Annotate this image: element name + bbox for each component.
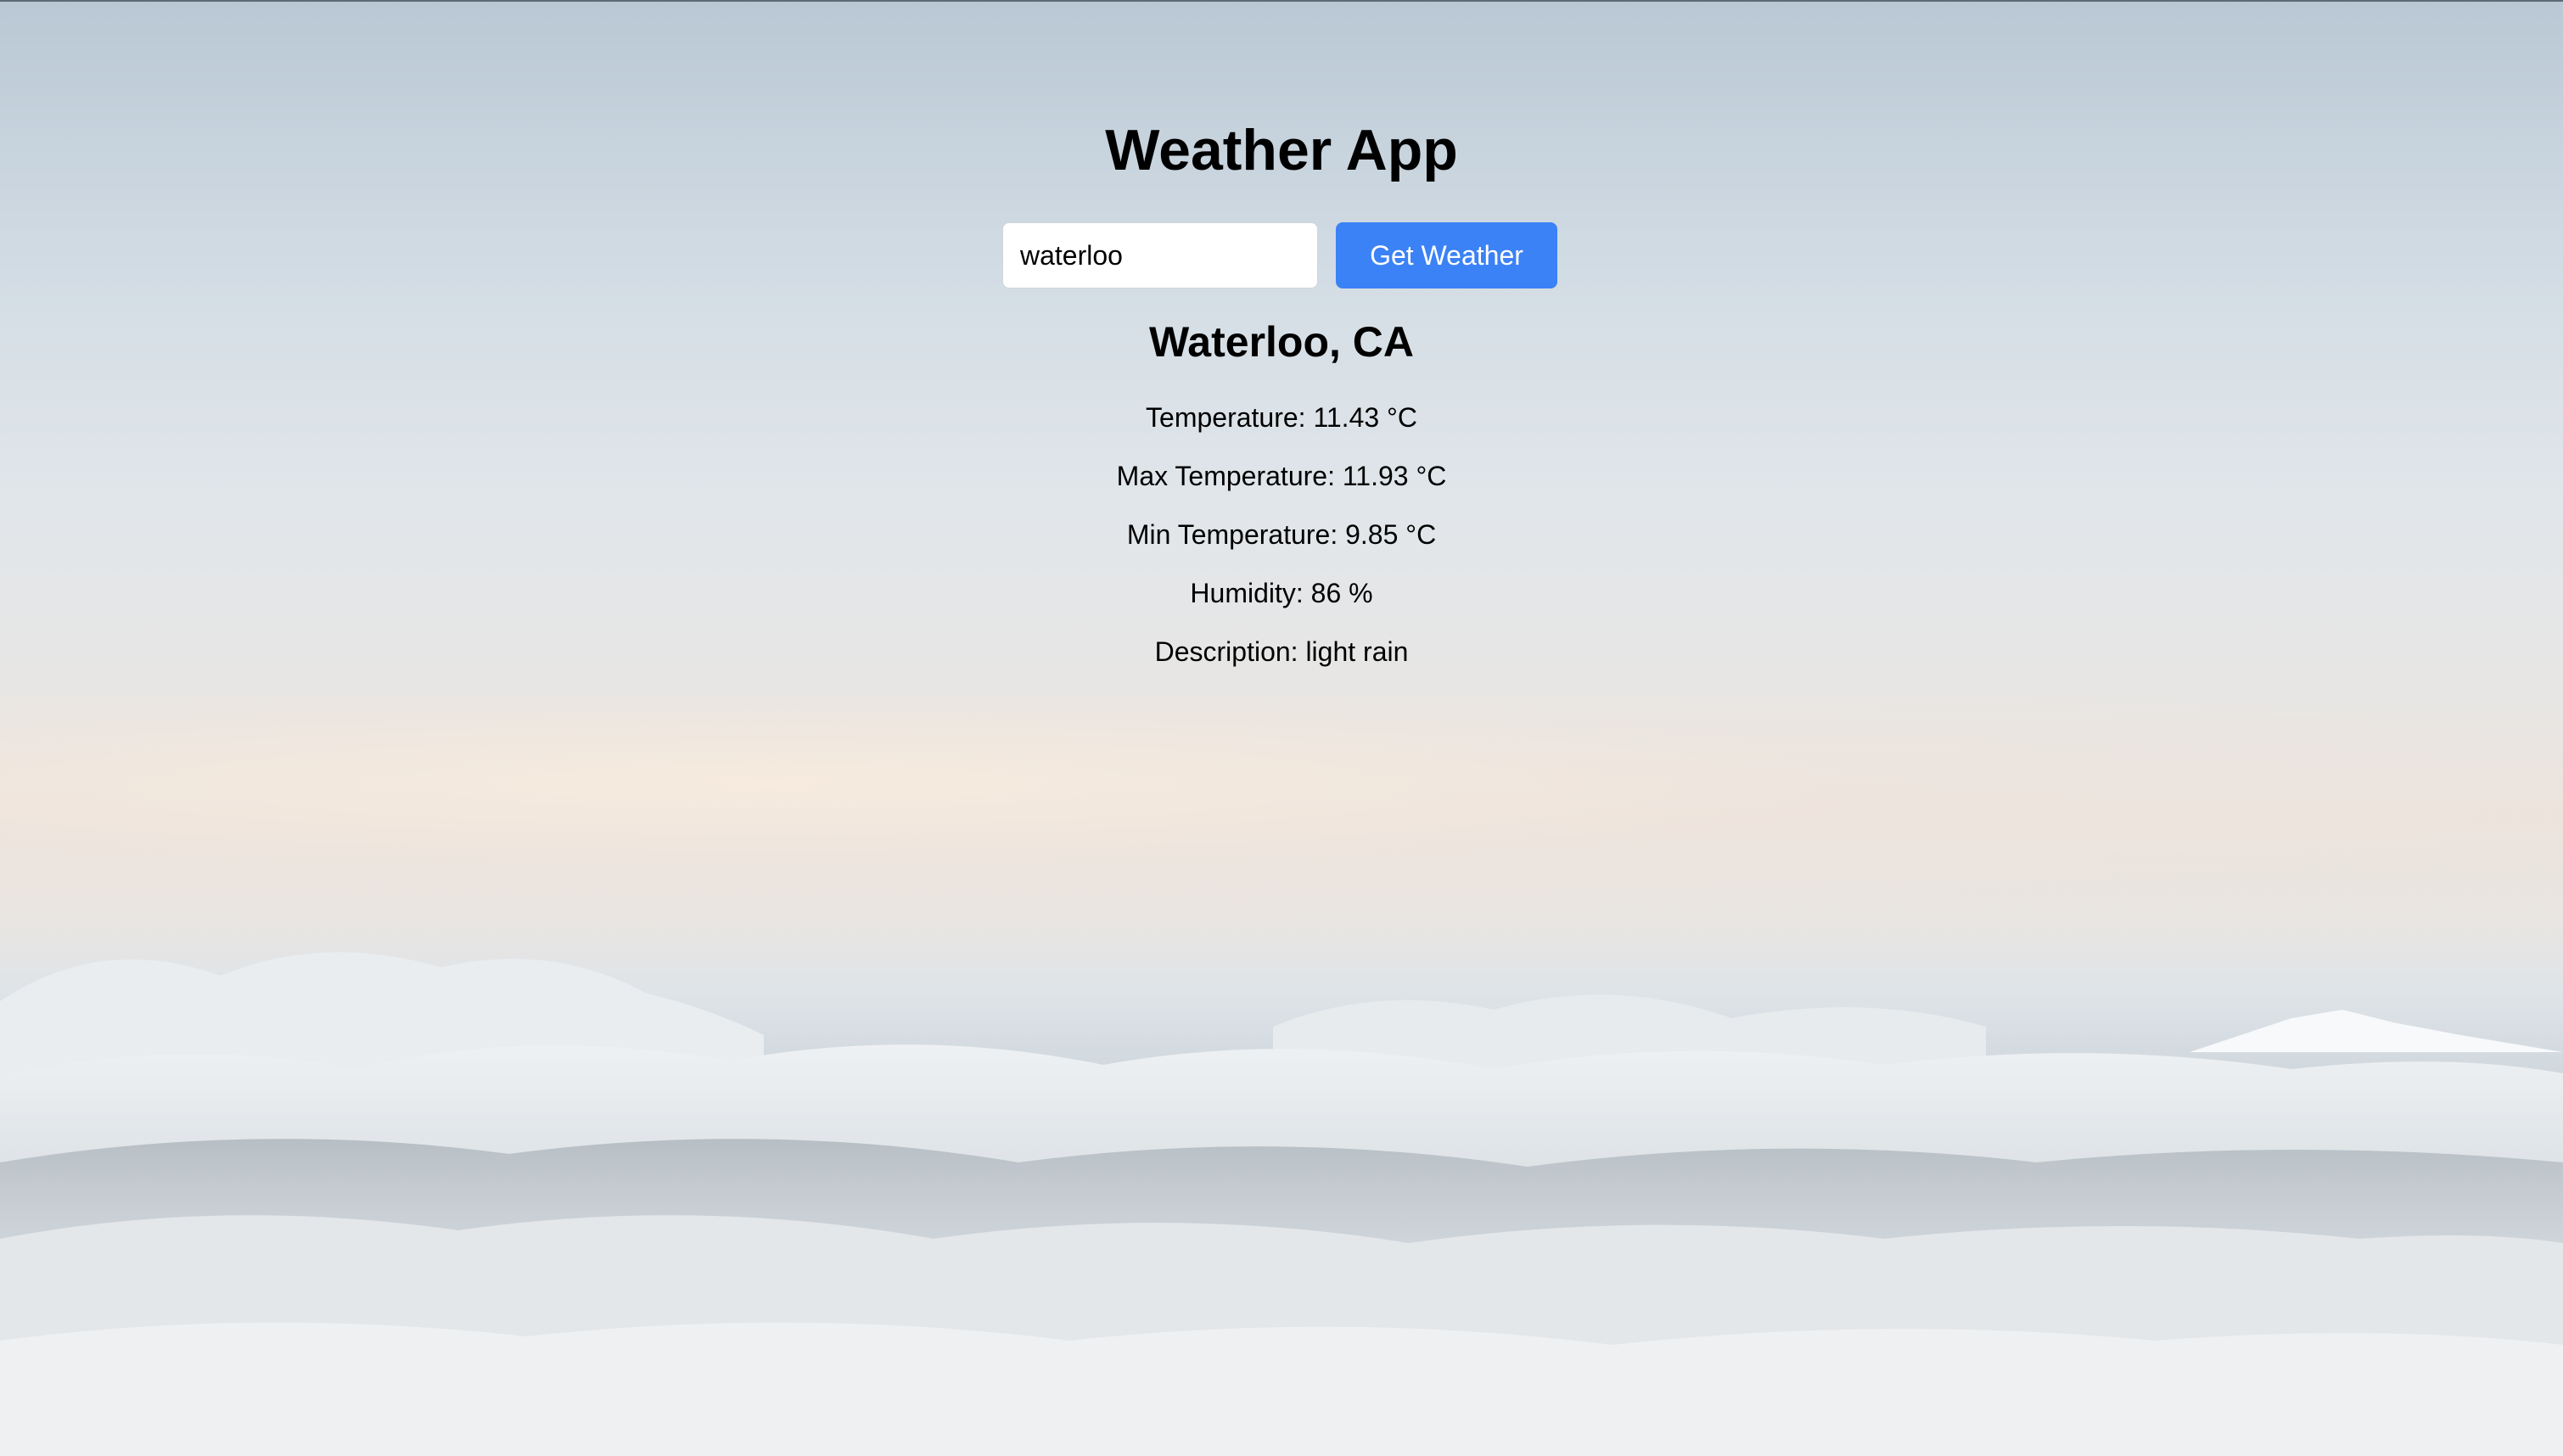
min-temperature-text: Min Temperature: 9.85 °C (1126, 519, 1437, 550)
mountain-peak-right (2190, 1010, 2563, 1052)
max-temperature-text: Max Temperature: 11.93 °C (1116, 461, 1447, 491)
location-heading: Waterloo, CA (1148, 318, 1415, 366)
city-input[interactable] (1002, 222, 1318, 288)
cloud-background (0, 952, 2563, 1456)
search-row: Get Weather (1002, 222, 1557, 288)
window-top-border (0, 0, 2563, 2)
app-title: Weather App (1105, 118, 1458, 182)
humidity-text: Humidity: 86 % (1190, 578, 1373, 608)
description-text: Description: light rain (1154, 636, 1409, 667)
temperature-text: Temperature: 11.43 °C (1146, 402, 1417, 433)
get-weather-button[interactable]: Get Weather (1336, 222, 1557, 288)
